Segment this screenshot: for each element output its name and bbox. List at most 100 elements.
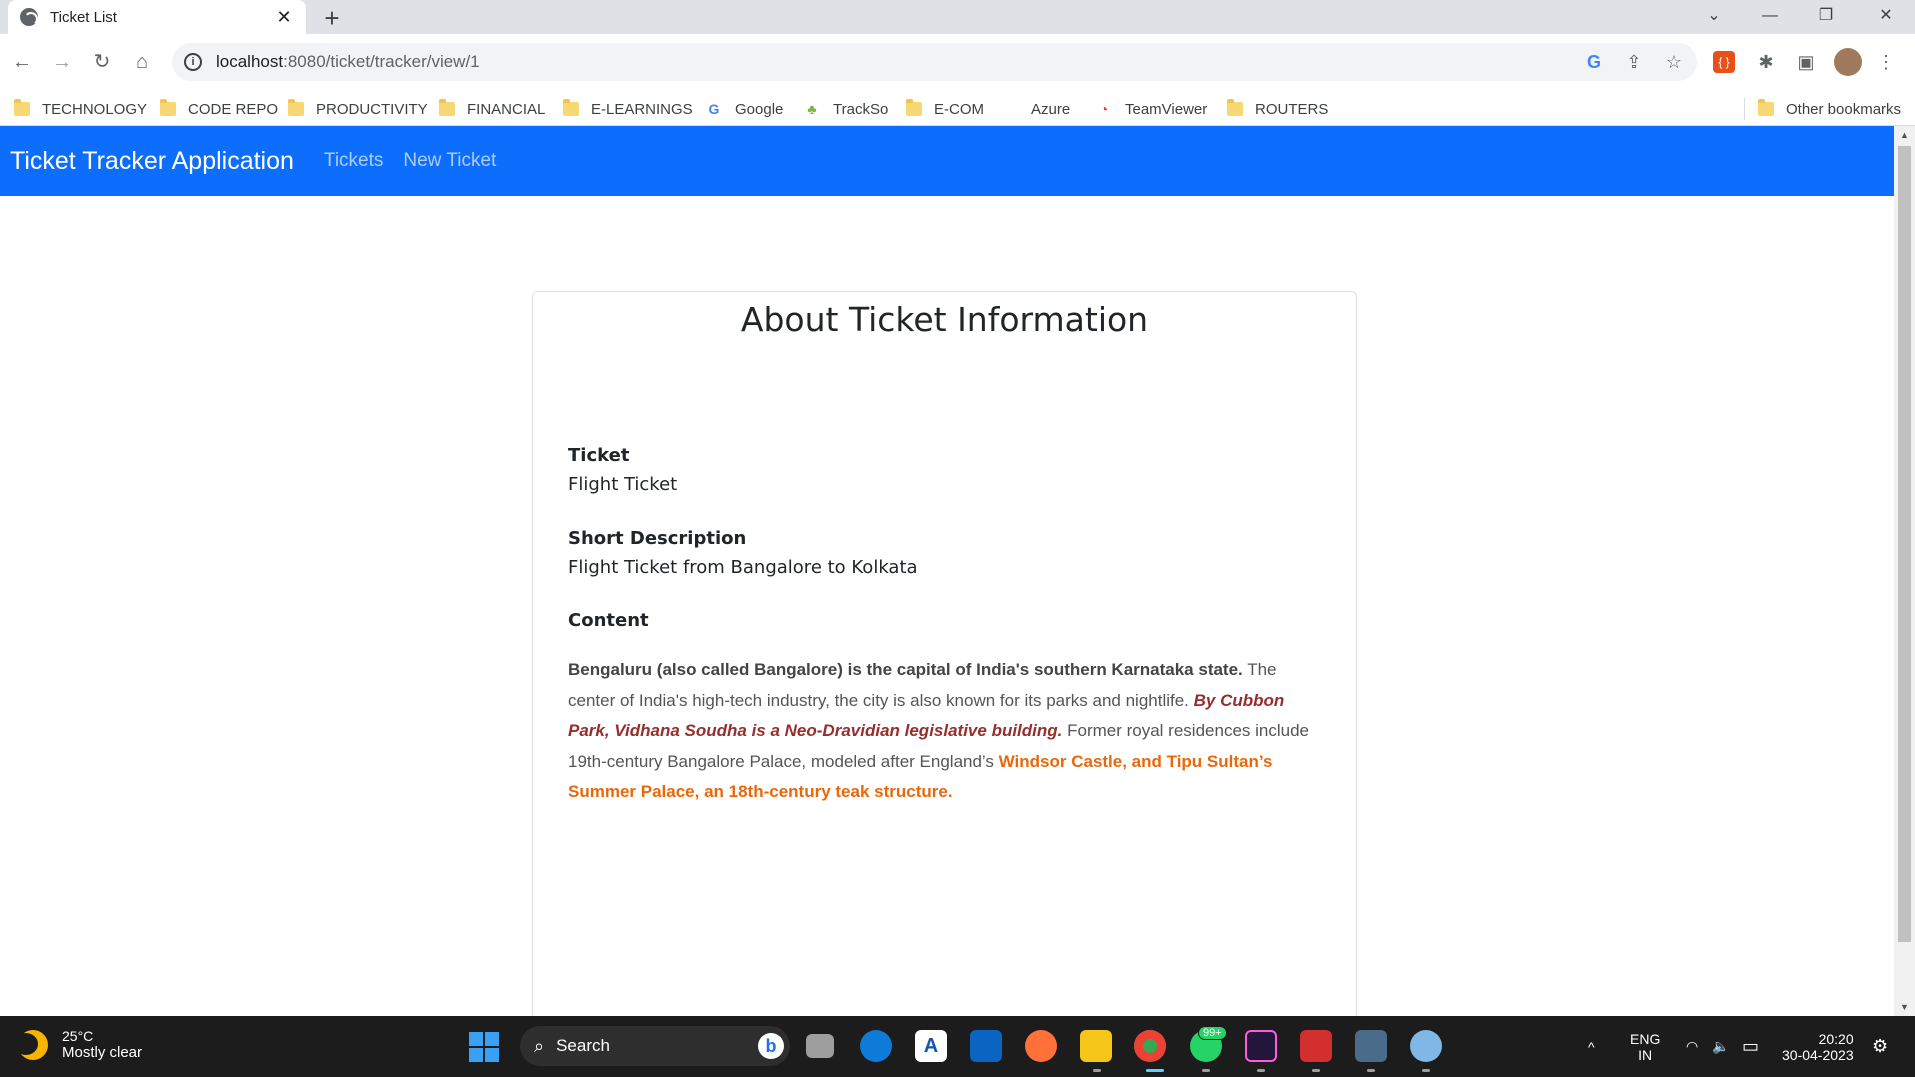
folder-icon	[160, 99, 176, 116]
network-app-icon[interactable]	[1410, 1030, 1442, 1062]
site-info-icon[interactable]: i	[184, 53, 202, 71]
running-indicator	[1312, 1069, 1320, 1072]
google-lens-icon[interactable]: G	[1583, 51, 1605, 73]
taskbar-search[interactable]: ⌕ Search b	[520, 1026, 790, 1066]
search-icon: ⌕	[534, 1035, 545, 1056]
minimize-button[interactable]: —	[1742, 0, 1798, 34]
extension-json-icon[interactable]: { }	[1713, 51, 1735, 73]
scroll-down-arrow-icon[interactable]: ▼	[1894, 1002, 1915, 1012]
weather-status: Mostly clear	[62, 1044, 143, 1061]
content-field: Content	[568, 610, 649, 631]
task-view-icon[interactable]	[806, 1034, 834, 1058]
folder-icon	[439, 99, 455, 116]
globe-icon	[20, 8, 38, 26]
google-icon: G	[708, 101, 720, 117]
share-icon[interactable]: ⇪	[1623, 51, 1645, 73]
reload-button[interactable]: ↻	[86, 46, 118, 78]
extensions-puzzle-icon[interactable]: ✱	[1752, 48, 1780, 76]
edge-icon[interactable]	[860, 1030, 892, 1062]
bookmark-financial[interactable]: FINANCIAL	[439, 98, 545, 120]
tab-strip: Ticket List ✕ + ⌄ — ❐ ✕	[0, 0, 1915, 34]
file-explorer-icon[interactable]	[1080, 1030, 1112, 1062]
content-body: Bengaluru (also called Bangalore) is the…	[568, 655, 1328, 808]
running-indicator	[1257, 1069, 1265, 1072]
tab-title: Ticket List	[50, 8, 117, 26]
bookmark-other-bookmarks[interactable]: Other bookmarks	[1758, 98, 1901, 120]
scroll-up-arrow-icon[interactable]: ▲	[1894, 130, 1915, 140]
folder-icon	[906, 99, 922, 116]
weather-widget[interactable]: 25°C Mostly clear	[14, 1028, 143, 1061]
wifi-icon[interactable]: ◠	[1686, 1016, 1698, 1077]
bookmark-azure[interactable]: Azure	[1001, 98, 1070, 120]
running-indicator	[1093, 1069, 1101, 1072]
chrome-icon[interactable]	[1134, 1030, 1166, 1062]
volume-icon[interactable]: 🔈	[1712, 1016, 1729, 1077]
app-brand[interactable]: Ticket Tracker Application	[10, 147, 294, 176]
tab-close-icon[interactable]: ✕	[274, 7, 294, 28]
bookmark-star-icon[interactable]: ☆	[1663, 51, 1685, 73]
url-path: :8080/ticket/tracker/view/1	[283, 52, 480, 71]
tab-search-dropdown-icon[interactable]: ⌄	[1686, 0, 1742, 34]
nav-tickets[interactable]: Tickets	[324, 150, 383, 172]
scrollbar-thumb[interactable]	[1898, 146, 1911, 942]
bookmark-technology[interactable]: TECHNOLOGY	[14, 98, 147, 120]
url-host: localhost	[216, 52, 284, 71]
bookmark-teamviewer[interactable]: ◔ TeamViewer	[1095, 98, 1208, 120]
sql-developer-icon[interactable]	[1355, 1030, 1387, 1062]
clock[interactable]: 20:20 30-04-2023	[1782, 1016, 1854, 1077]
firefox-icon[interactable]	[1025, 1030, 1057, 1062]
browser-toolbar: ← → ↻ ⌂ i localhost:8080/ticket/tracker/…	[0, 34, 1915, 90]
language-indicator[interactable]: ENG IN	[1630, 1016, 1660, 1077]
azure-data-studio-icon[interactable]: A	[915, 1030, 947, 1062]
forward-button[interactable]: →	[46, 46, 78, 78]
restore-button[interactable]: ❐	[1798, 0, 1854, 34]
bookmarks-divider	[1744, 98, 1745, 120]
bookmark-code-repo[interactable]: CODE REPO	[160, 98, 278, 120]
side-panel-icon[interactable]: ▣	[1792, 48, 1820, 76]
folder-icon	[288, 99, 304, 116]
profile-avatar[interactable]	[1834, 48, 1862, 76]
whatsapp-badge: 99+	[1198, 1026, 1227, 1040]
close-window-button[interactable]: ✕	[1858, 0, 1914, 34]
folder-icon	[1758, 99, 1774, 116]
running-indicator	[1367, 1069, 1375, 1072]
page-title: About Ticket Information	[740, 300, 1149, 339]
home-button[interactable]: ⌂	[126, 46, 158, 78]
bookmark-e-learnings[interactable]: E-LEARNINGS	[563, 98, 693, 120]
chrome-menu-icon[interactable]: ⋮	[1872, 48, 1900, 76]
ticket-label: Ticket	[568, 445, 630, 466]
new-tab-button[interactable]: +	[318, 3, 346, 34]
content-bold-text: Bengaluru (also called Bangalore) is the…	[568, 660, 1243, 679]
content-label: Content	[568, 610, 649, 631]
folder-icon	[1227, 99, 1243, 116]
tray-overflow-icon[interactable]: ^	[1588, 1016, 1595, 1077]
folder-icon	[563, 99, 579, 116]
bookmark-routers[interactable]: ROUTERS	[1227, 98, 1328, 120]
notification-settings-icon[interactable]: ⚙	[1872, 1016, 1888, 1077]
battery-icon[interactable]: ▭	[1742, 1016, 1759, 1077]
bookmark-trackso[interactable]: ♣ TrackSo	[803, 98, 888, 120]
bing-icon[interactable]: b	[758, 1033, 784, 1059]
page-scrollbar[interactable]: ▲ ▼	[1894, 126, 1915, 1016]
intellij-icon[interactable]	[1245, 1030, 1277, 1062]
moon-weather-icon	[14, 1029, 48, 1060]
windows-start-icon[interactable]	[469, 1032, 499, 1062]
trackso-icon: ♣	[807, 101, 817, 117]
date: 30-04-2023	[1782, 1046, 1854, 1063]
short-description-value: Flight Ticket from Bangalore to Kolkata	[568, 557, 918, 578]
folder-icon	[14, 99, 30, 116]
tab-ticket-list[interactable]: Ticket List ✕	[8, 0, 306, 34]
address-bar[interactable]: i localhost:8080/ticket/tracker/view/1 G…	[172, 43, 1697, 81]
bookmark-productivity[interactable]: PRODUCTIVITY	[288, 98, 428, 120]
nav-new-ticket[interactable]: New Ticket	[403, 150, 496, 172]
ticket-info-card: About Ticket Information Ticket Flight T…	[532, 291, 1357, 1051]
back-button[interactable]: ←	[6, 46, 38, 78]
app-navbar: Ticket Tracker Application Tickets New T…	[0, 126, 1894, 196]
teamviewer-icon: ◔	[1099, 101, 1109, 117]
short-description-label: Short Description	[568, 528, 747, 549]
outlook-icon[interactable]	[970, 1030, 1002, 1062]
bookmark-google[interactable]: G Google	[705, 98, 784, 120]
temperature: 25°C	[62, 1028, 94, 1044]
acrobat-icon[interactable]	[1300, 1030, 1332, 1062]
bookmark-e-com[interactable]: E-COM	[906, 98, 984, 120]
